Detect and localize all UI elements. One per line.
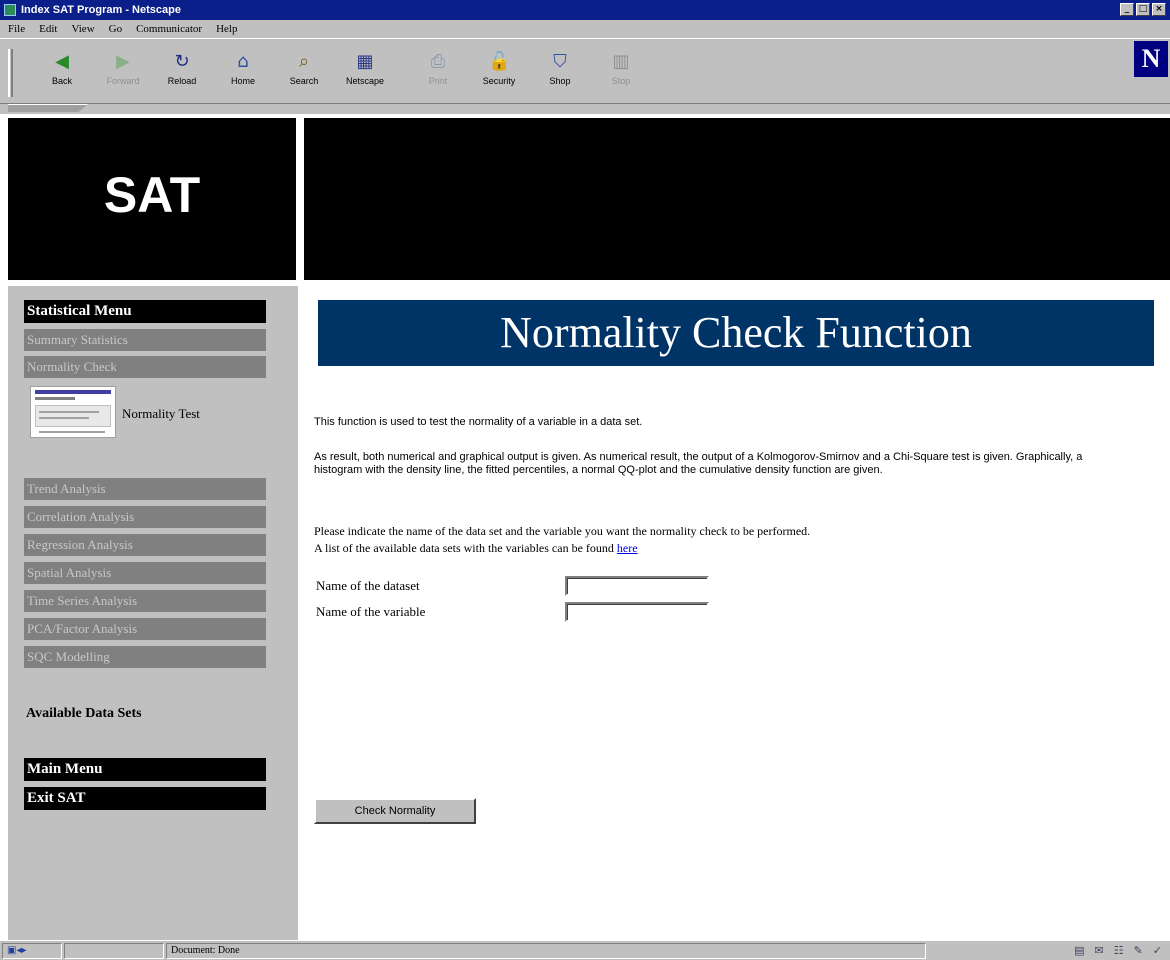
component-bar: ▤ ✉ ☷ ✎ ✓ [1074, 944, 1162, 957]
sidebar-item-normality-check[interactable]: Normality Check [24, 356, 266, 378]
normality-test-thumbnail[interactable] [30, 386, 116, 438]
frame-divider[interactable] [296, 118, 304, 280]
here-link[interactable]: here [617, 541, 638, 555]
result-paragraph: As result, both numerical and graphical … [314, 451, 1083, 476]
window-controls: _ □ × [1120, 3, 1166, 16]
window-title: Index SAT Program - Netscape [21, 4, 181, 16]
bookmark-check-icon[interactable]: ✓ [1153, 944, 1162, 957]
main-menu-button[interactable]: Main Menu [24, 758, 266, 781]
security-button[interactable]: 🔓 Security [471, 51, 527, 86]
forward-arrow-icon: ▶ [116, 51, 130, 72]
sidebar-item-regression-analysis[interactable]: Regression Analysis [24, 534, 266, 556]
menu-view[interactable]: View [71, 23, 94, 35]
home-button[interactable]: ⌂ Home [215, 51, 271, 86]
variable-input[interactable] [565, 602, 709, 622]
sidebar-item-spatial-analysis[interactable]: Spatial Analysis [24, 562, 266, 584]
menu-go[interactable]: Go [109, 23, 122, 35]
security-lock-icon: 🔓 [488, 51, 511, 72]
sidebar-item-trend-analysis[interactable]: Trend Analysis [24, 478, 266, 500]
sidebar-item-time-series-analysis[interactable]: Time Series Analysis [24, 590, 266, 612]
sidebar-item-pca-factor-analysis[interactable]: PCA/Factor Analysis [24, 618, 266, 640]
menu-help[interactable]: Help [216, 23, 237, 35]
sidebar: Statistical Menu Summary Statistics Norm… [0, 286, 298, 940]
connection-status-icon: ▣◂▸ [2, 942, 62, 959]
sidebar-item-sqc-modelling[interactable]: SQC Modelling [24, 646, 266, 668]
close-button[interactable]: × [1152, 3, 1166, 16]
banner-frame [304, 118, 1170, 280]
sat-logo: SAT [103, 167, 201, 223]
forward-button[interactable]: ▶ Forward [95, 51, 151, 86]
menu-file[interactable]: File [8, 23, 25, 35]
sidebar-item-summary-statistics[interactable]: Summary Statistics [24, 329, 266, 351]
logo-frame: SAT [8, 118, 296, 280]
status-bar: ▣◂▸ Document: Done ▤ ✉ ☷ ✎ ✓ [0, 940, 1170, 960]
stop-button[interactable]: ▥ Stop [593, 51, 649, 86]
status-text: Document: Done [166, 942, 926, 959]
collapsed-toolbar-tab[interactable] [8, 104, 88, 112]
maximize-button[interactable]: □ [1136, 3, 1150, 16]
variable-label: Name of the variable [316, 604, 426, 619]
mail-icon[interactable]: ✉ [1094, 944, 1103, 957]
exit-sat-button[interactable]: Exit SAT [24, 787, 266, 810]
print-button[interactable]: ⎙ Print [410, 51, 466, 86]
newsgroups-icon[interactable]: ☷ [1114, 944, 1124, 957]
menu-bar: File Edit View Go Communicator Help [0, 20, 1170, 38]
home-icon: ⌂ [237, 51, 249, 72]
search-button[interactable]: ⌕ Search [276, 51, 332, 86]
location-toolbar-tab [0, 104, 1170, 114]
reload-icon: ↻ [174, 51, 190, 72]
toolbar-grip[interactable] [8, 49, 13, 97]
dataset-input[interactable] [565, 576, 709, 596]
main-frame: Normality Check Function This function i… [298, 286, 1170, 940]
shop-bag-icon: ⛉ [553, 51, 567, 72]
sidebar-left-edge [0, 286, 8, 940]
statistical-menu-header: Statistical Menu [24, 300, 266, 323]
navigation-toolbar: ◀ Back ▶ Forward ↻ Reload ⌂ Home ⌕ Searc… [0, 38, 1170, 104]
composer-icon[interactable]: ✎ [1134, 944, 1143, 957]
menu-communicator[interactable]: Communicator [136, 23, 202, 35]
stop-icon: ▥ [612, 51, 630, 72]
dataset-label: Name of the dataset [316, 578, 420, 593]
netscape-icon: ▦ [356, 51, 374, 72]
reload-button[interactable]: ↻ Reload [154, 51, 210, 86]
progress-indicator [64, 942, 164, 959]
netscape-app-icon [4, 4, 16, 16]
sidebar-item-correlation-analysis[interactable]: Correlation Analysis [24, 506, 266, 528]
instruction-line: Please indicate the name of the data set… [314, 524, 811, 538]
minimize-button[interactable]: _ [1120, 3, 1134, 16]
window-title-bar: Index SAT Program - Netscape _ □ × [0, 0, 1170, 20]
page-content: SAT Statistical Menu Summary Statistics … [0, 114, 1170, 940]
print-icon: ⎙ [430, 51, 446, 72]
data-set-list-line: A list of the available data sets with t… [314, 540, 1154, 557]
netscape-logo[interactable]: N [1134, 41, 1168, 77]
shop-button[interactable]: ⛉ Shop [532, 51, 588, 86]
page-title: Normality Check Function [318, 300, 1154, 366]
netscape-button[interactable]: ▦ Netscape [337, 51, 393, 86]
available-data-sets-link[interactable]: Available Data Sets [26, 706, 142, 722]
menu-edit[interactable]: Edit [39, 23, 57, 35]
check-normality-button[interactable]: Check Normality [314, 798, 476, 824]
sidebar-subitem-normality-test[interactable]: Normality Test [122, 406, 200, 422]
navigator-icon[interactable]: ▤ [1074, 944, 1084, 957]
back-arrow-icon: ◀ [55, 51, 69, 72]
data-set-list-text: A list of the available data sets with t… [314, 541, 614, 555]
intro-paragraph: This function is used to test the normal… [314, 416, 643, 428]
back-button[interactable]: ◀ Back [34, 51, 90, 86]
search-icon: ⌕ [298, 51, 310, 72]
